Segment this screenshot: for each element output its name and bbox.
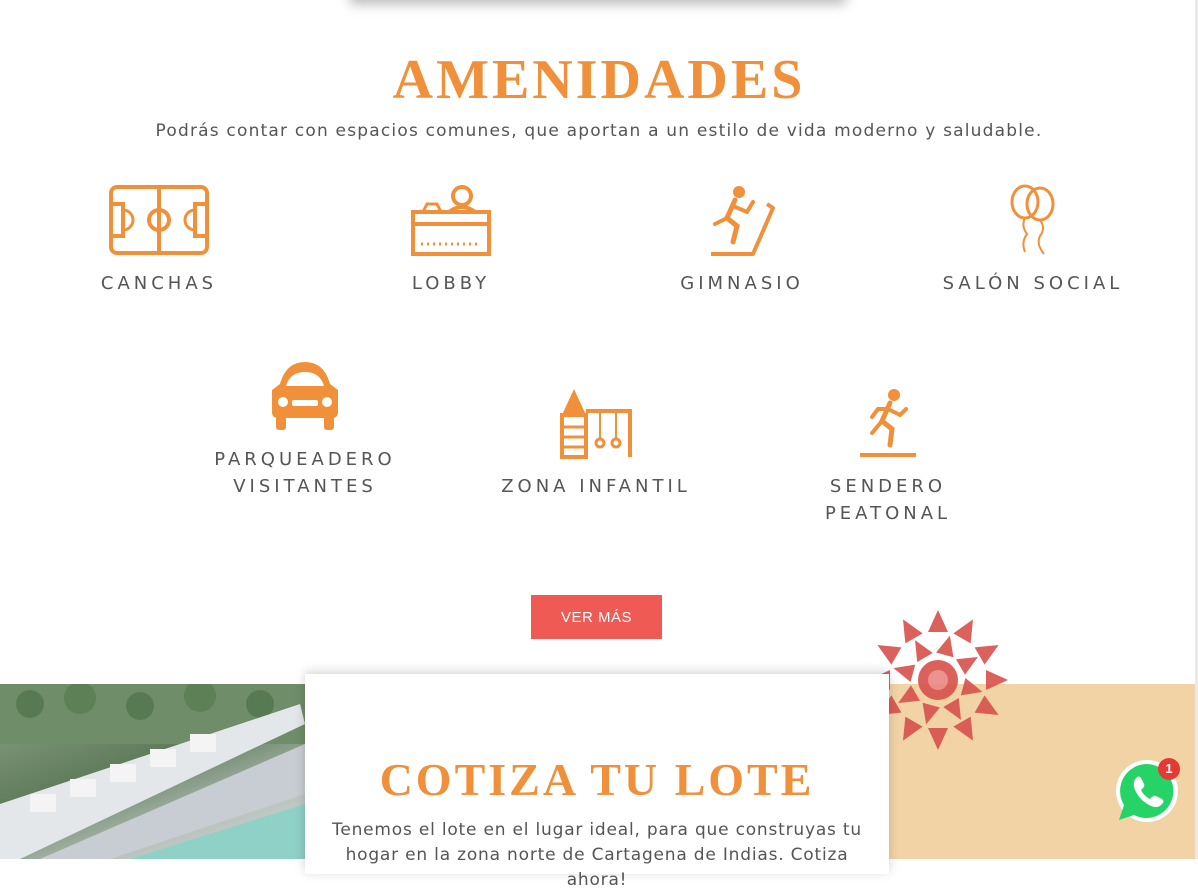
quote-text: Tenemos el lote en el lugar ideal, para …: [332, 820, 862, 890]
amenity-label: LOBBY: [411, 273, 491, 294]
reception-desk-icon: [411, 185, 491, 256]
amenity-sendero-peatonal: SENDERO PEATONAL: [763, 387, 1013, 527]
amenity-label: CANCHAS: [100, 273, 218, 294]
lots-aerial-photo: [0, 684, 305, 859]
whatsapp-notification-badge: 1: [1158, 758, 1180, 780]
walking-path-icon: [860, 389, 916, 457]
amenities-title: AMENIDADES: [392, 49, 806, 111]
amenity-label: GIMNASIO: [680, 273, 804, 294]
quote-title: COTIZA TU LOTE: [379, 754, 815, 805]
amenity-label: ZONA INFANTIL: [501, 476, 691, 497]
amenities-subtitle: Podrás contar con espacios comunes, que …: [155, 121, 1043, 141]
ver-mas-button[interactable]: VER MÁS: [531, 595, 662, 639]
amenity-zona-infantil: ZONA INFANTIL: [471, 387, 721, 500]
soccer-field-icon: [109, 185, 209, 255]
amenity-canchas: CANCHAS: [34, 184, 284, 297]
amenity-label: PARQUEADERO VISITANTES: [214, 449, 396, 497]
balloons-icon: [1010, 184, 1055, 255]
amenity-salon-social: SALÓN SOCIAL: [908, 184, 1158, 297]
car-icon: [272, 362, 338, 430]
playground-icon: [560, 389, 632, 459]
amenity-parqueadero: PARQUEADERO VISITANTES: [180, 360, 430, 500]
treadmill-runner-icon: [711, 186, 775, 256]
amenity-label: SALÓN SOCIAL: [942, 273, 1124, 294]
amenity-gimnasio: GIMNASIO: [617, 184, 867, 297]
amenity-lobby: LOBBY: [326, 184, 576, 297]
amenity-label: SENDERO PEATONAL: [824, 476, 952, 524]
